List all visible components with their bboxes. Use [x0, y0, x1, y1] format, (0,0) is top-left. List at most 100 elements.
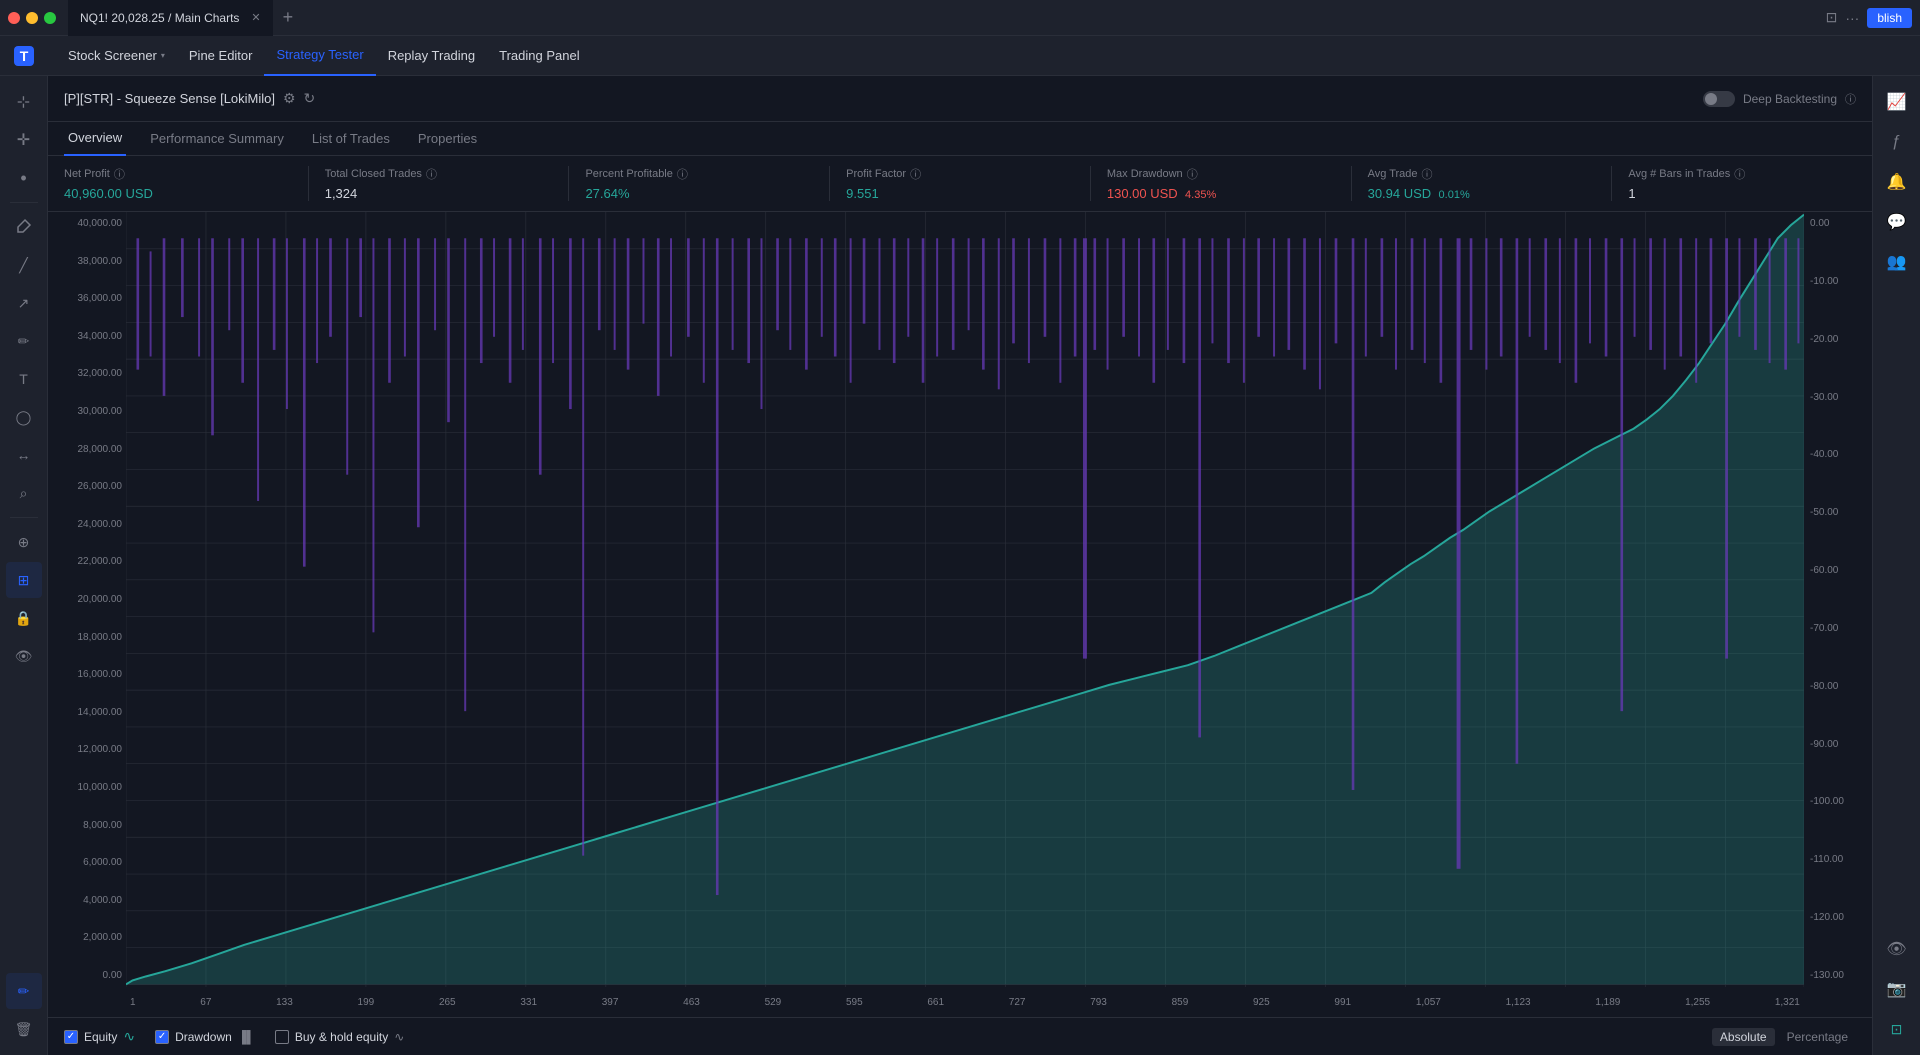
stat-avg-trade-info[interactable]: ⓘ — [1422, 166, 1433, 182]
left-icon-indicator[interactable]: ⊞ — [6, 562, 42, 598]
stat-avg-trade-value: 30.94 USD — [1368, 186, 1432, 201]
left-icon-zoom[interactable]: ⌕ — [6, 475, 42, 511]
drawdown-checkbox[interactable]: ✓ — [155, 1030, 169, 1044]
right-icon-camera[interactable]: 📷 — [1879, 971, 1915, 1007]
legend-drawdown: ✓ Drawdown ▐▌ — [155, 1030, 255, 1044]
left-icon-dot[interactable]: • — [6, 160, 42, 196]
stat-profitable-info[interactable]: ⓘ — [677, 166, 688, 182]
tab-title: NQ1! 20,028.25 / Main Charts — [80, 11, 239, 25]
more-icon[interactable]: ··· — [1845, 10, 1859, 26]
left-icon-draw[interactable]: ✏ — [6, 973, 42, 1009]
chart-svg — [126, 212, 1804, 987]
tab-performance-summary[interactable]: Performance Summary — [146, 122, 288, 156]
stat-drawdown-secondary: 4.35% — [1185, 189, 1216, 201]
left-icon-cursor[interactable]: ⊹ — [6, 84, 42, 120]
deep-backtesting-label: Deep Backtesting — [1743, 92, 1837, 106]
right-icon-community[interactable]: 👥 — [1879, 244, 1915, 280]
left-icon-line[interactable]: ╱ — [6, 247, 42, 283]
right-icon-alerts[interactable]: 🔔 — [1879, 164, 1915, 200]
stat-profitable-value: 27.64% — [585, 186, 629, 201]
deep-backtesting-toggle[interactable] — [1703, 91, 1735, 107]
stat-avg-bars: Avg # Bars in Trades ⓘ 1 — [1628, 166, 1856, 201]
legend-equity: ✓ Equity ∿ — [64, 1028, 135, 1045]
deep-backtesting-info[interactable]: ⓘ — [1845, 91, 1856, 107]
stat-max-drawdown: Max Drawdown ⓘ 130.00 USD 4.35% — [1107, 166, 1352, 201]
tab-close-icon[interactable]: ✕ — [251, 11, 260, 24]
stat-profit-factor-info[interactable]: ⓘ — [910, 166, 921, 182]
sidebar-divider-1 — [10, 202, 38, 203]
tab-list-of-trades[interactable]: List of Trades — [308, 122, 394, 156]
left-icon-trend[interactable]: ↗ — [6, 285, 42, 321]
stat-closed-trades-value: 1,324 — [325, 186, 358, 201]
stat-total-closed-trades: Total Closed Trades ⓘ 1,324 — [325, 166, 570, 201]
equity-chart-icon: ∿ — [123, 1028, 135, 1045]
tab-properties[interactable]: Properties — [414, 122, 481, 156]
nav-item-stock-screener[interactable]: Stock Screener ▾ — [56, 36, 177, 76]
bottom-controls: ✓ Equity ∿ ✓ Drawdown ▐▌ Buy & hold equi… — [48, 1017, 1872, 1055]
right-icon-chart[interactable]: 📈 — [1879, 84, 1915, 120]
left-icon-measure[interactable]: ↔ — [6, 437, 42, 473]
stat-profit-factor-value: 9.551 — [846, 186, 879, 201]
nav-item-replay-trading[interactable]: Replay Trading — [376, 36, 487, 76]
equity-checkbox[interactable]: ✓ — [64, 1030, 78, 1044]
stat-drawdown-value: 130.00 USD — [1107, 186, 1178, 201]
nav-item-trading-panel[interactable]: Trading Panel — [487, 36, 591, 76]
stat-avg-bars-info[interactable]: ⓘ — [1734, 166, 1745, 182]
strategy-panel: [P][STR] - Squeeze Sense [LokiMilo] ⚙ ↻ … — [48, 76, 1872, 1055]
y-axis-left: 40,000.00 38,000.00 36,000.00 34,000.00 … — [48, 212, 126, 987]
refresh-icon[interactable]: ↻ — [304, 90, 316, 107]
top-bar-right: ⊡ ··· blish — [1826, 8, 1912, 28]
left-icon-lock[interactable]: 🔒 — [6, 600, 42, 636]
right-icon-chat[interactable]: 💬 — [1879, 204, 1915, 240]
right-icon-watch[interactable]: 👁 — [1879, 931, 1915, 967]
drawdown-chart-icon: ▐▌ — [238, 1030, 255, 1044]
maximize-button[interactable] — [44, 12, 56, 24]
stat-avg-trade: Avg Trade ⓘ 30.94 USD 0.01% — [1368, 166, 1613, 201]
left-sidebar: ⊹ ✛ • ╱ ↗ ✏ T ◯ ↔ ⌕ ⊕ ⊞ 🔒 👁 ✏ 🗑 — [0, 76, 48, 1055]
left-icon-eye[interactable]: 👁 — [6, 638, 42, 674]
settings-icon[interactable]: ⚙ — [283, 90, 296, 107]
legend-buy-hold: Buy & hold equity ∿ — [275, 1030, 404, 1044]
new-tab-button[interactable]: + — [273, 7, 304, 28]
restore-icon[interactable]: ⊡ — [1826, 9, 1838, 26]
equity-label: Equity — [84, 1030, 117, 1044]
window-controls — [8, 12, 56, 24]
tab-overview[interactable]: Overview — [64, 122, 126, 156]
stat-closed-trades-info[interactable]: ⓘ — [426, 166, 437, 182]
stat-avg-bars-value: 1 — [1628, 186, 1635, 201]
sidebar-divider-2 — [10, 517, 38, 518]
close-button[interactable] — [8, 12, 20, 24]
left-icon-eraser[interactable] — [6, 209, 42, 245]
svg-text:T: T — [20, 48, 29, 64]
panel-title: [P][STR] - Squeeze Sense [LokiMilo] — [64, 91, 275, 106]
left-icon-shapes[interactable]: ◯ — [6, 399, 42, 435]
panel-header: [P][STR] - Squeeze Sense [LokiMilo] ⚙ ↻ … — [48, 76, 1872, 122]
left-icon-magnet[interactable]: ⊕ — [6, 524, 42, 560]
left-icon-crosshair[interactable]: ✛ — [6, 122, 42, 158]
left-icon-text[interactable]: T — [6, 361, 42, 397]
y-axis-right: 0.00 -10.00 -20.00 -30.00 -40.00 -50.00 … — [1804, 212, 1872, 987]
main-tab[interactable]: NQ1! 20,028.25 / Main Charts ✕ — [68, 0, 273, 36]
minimize-button[interactable] — [26, 12, 38, 24]
publish-button[interactable]: blish — [1867, 8, 1912, 28]
left-icon-trash[interactable]: 🗑 — [6, 1011, 42, 1047]
absolute-button[interactable]: Absolute — [1712, 1028, 1775, 1046]
stat-net-profit-info[interactable]: ⓘ — [114, 166, 125, 182]
buy-hold-label: Buy & hold equity — [295, 1030, 388, 1044]
right-icon-fullscreen[interactable]: ⊡ — [1879, 1011, 1915, 1047]
percentage-button[interactable]: Percentage — [1779, 1028, 1856, 1046]
stats-bar: Net Profit ⓘ 40,960.00 USD Total Closed … — [48, 156, 1872, 212]
stat-net-profit-value: 40,960.00 USD — [64, 186, 153, 201]
right-icon-indicators[interactable]: ƒ — [1879, 124, 1915, 160]
main-layout: ⊹ ✛ • ╱ ↗ ✏ T ◯ ↔ ⌕ ⊕ ⊞ 🔒 👁 ✏ 🗑 [P][STR]… — [0, 76, 1920, 1055]
stat-profit-factor: Profit Factor ⓘ 9.551 — [846, 166, 1091, 201]
stat-drawdown-info[interactable]: ⓘ — [1187, 166, 1198, 182]
x-axis: 1 67 133 199 265 331 397 463 529 595 661… — [126, 987, 1804, 1017]
buy-hold-checkbox[interactable] — [275, 1030, 289, 1044]
toggle-knob — [1705, 93, 1717, 105]
nav-item-strategy-tester[interactable]: Strategy Tester — [264, 36, 375, 76]
nav-item-pine-editor[interactable]: Pine Editor — [177, 36, 265, 76]
left-icon-pen[interactable]: ✏ — [6, 323, 42, 359]
tabs-bar: Overview Performance Summary List of Tra… — [48, 122, 1872, 156]
logo-icon: T — [12, 44, 36, 68]
